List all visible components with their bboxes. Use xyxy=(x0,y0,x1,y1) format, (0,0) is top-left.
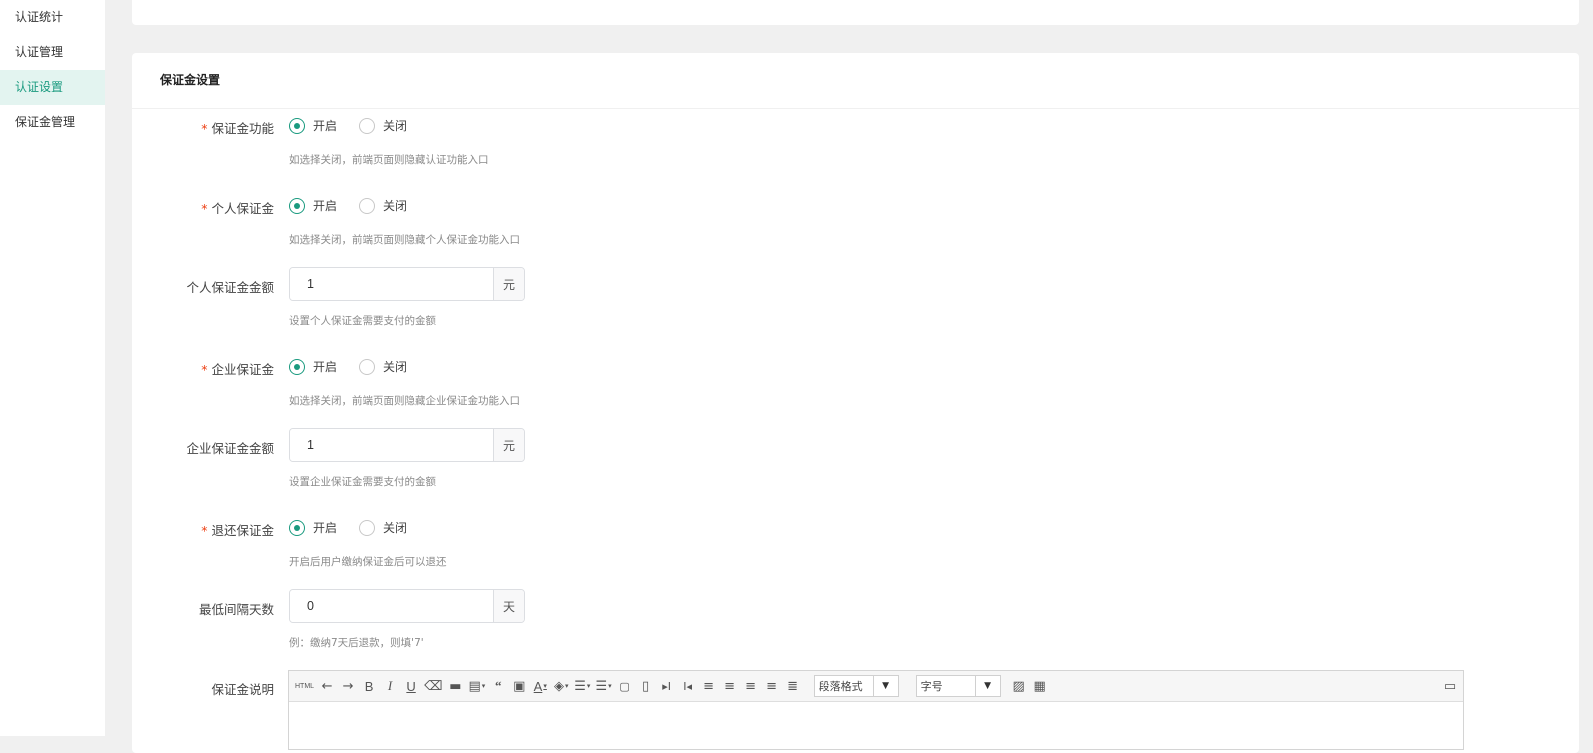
personal-amount-input[interactable] xyxy=(290,268,493,300)
company-deposit-hint: 如选择关闭，前端页面则隐藏企业保证金功能入口 xyxy=(289,395,520,407)
radio-unchecked-icon xyxy=(359,197,376,214)
deposit-feature-off-radio[interactable]: 关闭 xyxy=(359,117,407,134)
refund-deposit-label: * 退还保证金 xyxy=(201,523,274,538)
html-source-button[interactable]: HTML xyxy=(293,676,316,696)
personal-amount-unit: 元 xyxy=(493,268,524,300)
paragraph-format-select[interactable]: 段落格式 ▼ xyxy=(813,675,899,697)
min-interval-days-unit: 天 xyxy=(493,590,524,622)
required-mark: * xyxy=(201,201,208,216)
image-icon[interactable]: ▨ xyxy=(1009,676,1029,696)
company-deposit-off-radio[interactable]: 关闭 xyxy=(359,358,407,375)
font-color-icon[interactable]: A ▾ xyxy=(530,676,550,696)
fullscreen-icon[interactable]: ▭ xyxy=(1440,676,1460,696)
personal-deposit-off-radio[interactable]: 关闭 xyxy=(359,197,407,214)
sidebar: 认证统计 认证管理 认证设置 保证金管理 xyxy=(0,0,105,736)
radio-unchecked-icon xyxy=(359,519,376,536)
italic-icon[interactable]: I xyxy=(380,676,400,696)
radio-checked-icon xyxy=(289,197,305,214)
refund-deposit-radio-group: 开启 关闭 xyxy=(289,519,429,536)
table-icon[interactable]: ▦ xyxy=(1030,676,1050,696)
align-center-icon[interactable]: ≡ xyxy=(741,676,761,696)
format-brush-icon[interactable]: ▬ xyxy=(445,676,465,696)
ordered-list-icon[interactable]: ☰ ▾ xyxy=(572,676,592,696)
sidebar-item-cert-manage[interactable]: 认证管理 xyxy=(0,35,105,70)
deposit-feature-hint: 如选择关闭，前端页面则隐藏认证功能入口 xyxy=(289,154,489,166)
refund-deposit-hint: 开启后用户缴纳保证金后可以退还 xyxy=(289,556,447,568)
text-align-dropdown-icon[interactable]: ▤ ▾ xyxy=(466,676,487,696)
radio-checked-icon xyxy=(289,358,305,375)
company-deposit-label: * 企业保证金 xyxy=(201,362,274,377)
personal-amount-input-group: 元 xyxy=(289,267,525,301)
quote-icon[interactable]: “ xyxy=(488,676,508,696)
deposit-feature-radio-group: 开启 关闭 xyxy=(289,117,429,134)
insert-code-icon[interactable]: ▢ xyxy=(615,676,635,696)
underline-icon[interactable]: U xyxy=(401,676,421,696)
sidebar-item-deposit-manage[interactable]: 保证金管理 xyxy=(0,105,105,140)
refund-deposit-off-radio[interactable]: 关闭 xyxy=(359,519,407,536)
section-title: 保证金设置 xyxy=(132,53,1579,109)
indent-increase-icon[interactable]: ▸I xyxy=(657,676,677,696)
align-right-icon[interactable]: ≡ xyxy=(762,676,782,696)
chevron-down-icon: ▼ xyxy=(872,676,898,696)
deposit-settings-card: 保证金设置 * 保证金功能 开启 关闭 如选择关闭，前端页面则隐藏认证功能入口 *… xyxy=(132,53,1579,753)
align-justify-icon[interactable]: ≣ xyxy=(783,676,803,696)
description-label: 保证金说明 xyxy=(211,682,274,697)
eraser-icon[interactable]: ⌫ xyxy=(422,676,444,696)
indent-decrease-icon[interactable]: I◂ xyxy=(678,676,698,696)
radio-checked-icon xyxy=(289,117,305,134)
required-mark: * xyxy=(201,523,208,538)
deposit-feature-label: * 保证金功能 xyxy=(201,121,274,136)
unordered-list-icon[interactable]: ☰ ▾ xyxy=(593,676,613,696)
paste-icon[interactable]: ▣ xyxy=(509,676,529,696)
align-left-icon[interactable]: ≡ xyxy=(720,676,740,696)
line-height-icon[interactable]: ≡ xyxy=(699,676,719,696)
undo-icon[interactable]: ← xyxy=(317,676,337,696)
min-interval-days-label: 最低间隔天数 xyxy=(198,602,274,617)
redo-icon[interactable]: → xyxy=(338,676,358,696)
company-amount-unit: 元 xyxy=(493,429,524,461)
company-amount-label: 企业保证金金额 xyxy=(186,441,274,456)
min-interval-days-hint: 例：缴纳7天后退款，则填'7' xyxy=(289,637,424,649)
deposit-feature-on-radio[interactable]: 开启 xyxy=(289,117,337,134)
personal-deposit-hint: 如选择关闭，前端页面则隐藏个人保证金功能入口 xyxy=(289,234,520,246)
refund-deposit-on-radio[interactable]: 开启 xyxy=(289,519,337,536)
radio-unchecked-icon xyxy=(359,358,376,375)
min-interval-days-input[interactable] xyxy=(290,590,493,622)
personal-deposit-radio-group: 开启 关闭 xyxy=(289,197,429,214)
personal-amount-label: 个人保证金金额 xyxy=(186,280,274,295)
personal-amount-hint: 设置个人保证金需要支付的金额 xyxy=(289,315,436,327)
new-page-icon[interactable]: ▯ xyxy=(636,676,656,696)
personal-deposit-on-radio[interactable]: 开启 xyxy=(289,197,337,214)
company-deposit-on-radio[interactable]: 开启 xyxy=(289,358,337,375)
bold-icon[interactable]: B xyxy=(359,676,379,696)
personal-deposit-label: * 个人保证金 xyxy=(201,201,274,216)
editor-toolbar: HTML ← → B I U ⌫ ▬ ▤ ▾ “ ▣ A ▾ ◈ ▾ ☰ ▾ ☰ ▾ ▢ … xyxy=(289,671,1463,702)
radio-unchecked-icon xyxy=(359,117,376,134)
background-color-icon[interactable]: ◈ ▾ xyxy=(551,676,571,696)
sidebar-item-cert-stats[interactable]: 认证统计 xyxy=(0,0,105,35)
sidebar-item-cert-settings[interactable]: 认证设置 xyxy=(0,70,105,105)
company-amount-input-group: 元 xyxy=(289,428,525,462)
required-mark: * xyxy=(201,121,208,136)
radio-checked-icon xyxy=(289,519,305,536)
company-amount-input[interactable] xyxy=(290,429,493,461)
company-deposit-radio-group: 开启 关闭 xyxy=(289,358,429,375)
top-card xyxy=(132,0,1579,25)
min-interval-days-input-group: 天 xyxy=(289,589,525,623)
chevron-down-icon: ▼ xyxy=(974,676,1000,696)
description-editor: HTML ← → B I U ⌫ ▬ ▤ ▾ “ ▣ A ▾ ◈ ▾ ☰ ▾ ☰ ▾ ▢ … xyxy=(288,670,1464,750)
font-size-select[interactable]: 字号 ▼ xyxy=(915,675,1001,697)
company-amount-hint: 设置企业保证金需要支付的金额 xyxy=(289,476,436,488)
required-mark: * xyxy=(201,362,208,377)
